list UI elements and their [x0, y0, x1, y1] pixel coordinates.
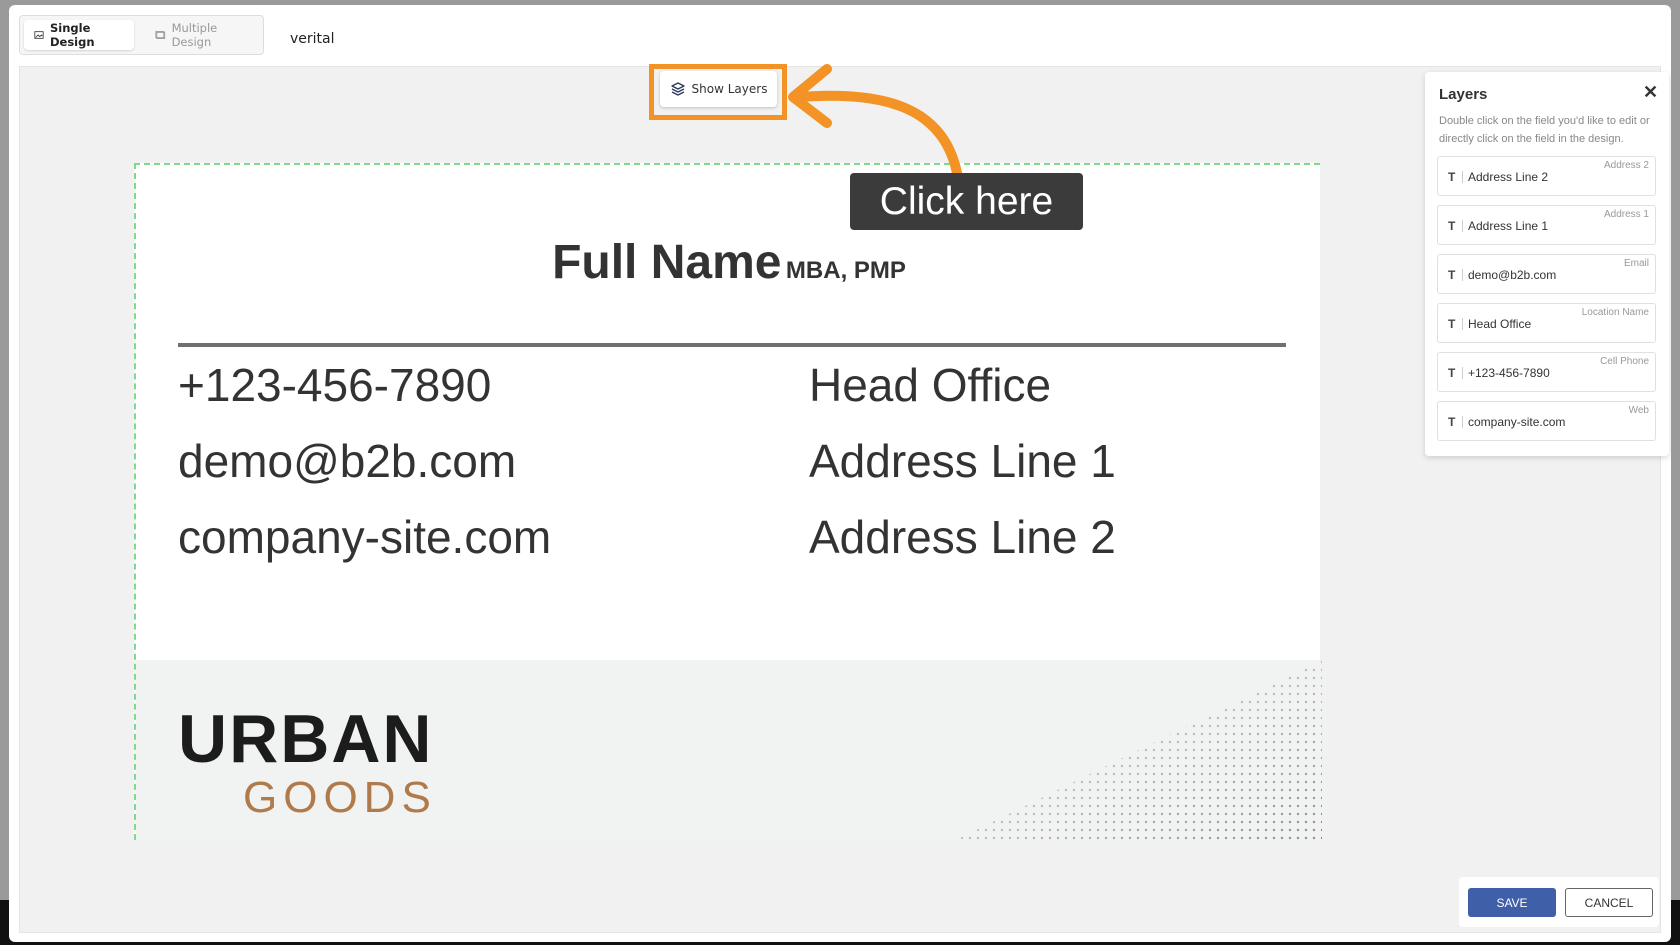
logo-wordmark-urban: URBAN [178, 701, 434, 777]
layer-separator [1462, 269, 1463, 281]
card-divider [178, 343, 1286, 347]
business-card[interactable]: Full Name MBA, PMP +123-456-7890 demo@b2… [134, 163, 1322, 842]
layer-separator [1462, 171, 1463, 183]
layer-value: company-site.com [1468, 415, 1566, 429]
layer-tag: Address 1 [1603, 209, 1649, 220]
layer-item-web[interactable]: T company-site.com Web [1437, 401, 1656, 441]
image-icon [34, 31, 44, 39]
layer-tag: Email [1623, 258, 1649, 269]
orange-arrow-icon [788, 64, 962, 178]
layer-separator [1462, 220, 1463, 232]
text-type-icon: T [1448, 366, 1456, 380]
location-text[interactable]: Head Office [809, 358, 1051, 412]
layer-value: demo@b2b.com [1468, 268, 1557, 282]
design-editor-modal: Single Design Multiple Design verital Fu… [9, 5, 1671, 942]
tab-single-label: Single Design [49, 21, 95, 49]
layer-tag: Location Name [1581, 307, 1649, 318]
layer-value: Address Line 1 [1468, 219, 1549, 233]
layer-item-location[interactable]: T Head Office Location Name [1437, 303, 1656, 343]
layer-separator [1462, 318, 1463, 330]
cancel-button[interactable]: CANCEL [1565, 888, 1653, 917]
credentials-text[interactable]: MBA, PMP [786, 257, 906, 284]
phone-text[interactable]: +123-456-7890 [178, 358, 491, 412]
layer-item-address1[interactable]: T Address Line 1 Address 1 [1437, 205, 1656, 245]
highlight-box [649, 64, 787, 120]
layers-help-text: Double click on the field you'd like to … [1439, 115, 1650, 145]
tab-single-design[interactable]: Single Design [24, 20, 134, 50]
save-button[interactable]: SAVE [1468, 888, 1556, 917]
website-text[interactable]: company-site.com [178, 510, 551, 564]
layer-item-cell-phone[interactable]: T +123-456-7890 Cell Phone [1437, 352, 1656, 392]
layers-title: Layers [1439, 86, 1488, 103]
images-icon [155, 31, 166, 39]
layer-value: +123-456-7890 [1468, 366, 1550, 380]
design-title: verital [290, 31, 335, 47]
tab-multiple-label: Multiple Design [171, 21, 218, 49]
layer-separator [1462, 367, 1463, 379]
email-text[interactable]: demo@b2b.com [178, 434, 516, 488]
halftone-dots-decoration [952, 660, 1322, 842]
layer-tag: Address 2 [1603, 160, 1649, 171]
close-icon[interactable]: ✕ [1643, 82, 1658, 103]
design-mode-tabs: Single Design Multiple Design [19, 15, 264, 55]
text-type-icon: T [1448, 317, 1456, 331]
layers-panel: Layers ✕ Double click on the field you'd… [1425, 72, 1669, 456]
full-name-text[interactable]: Full Name [552, 236, 781, 289]
layer-value: Address Line 2 [1468, 170, 1549, 184]
text-type-icon: T [1448, 170, 1456, 184]
text-type-icon: T [1448, 219, 1456, 233]
click-here-callout: Click here [850, 173, 1083, 230]
address1-text[interactable]: Address Line 1 [809, 434, 1116, 488]
layer-item-email[interactable]: T demo@b2b.com Email [1437, 254, 1656, 294]
text-type-icon: T [1448, 268, 1456, 282]
card-bottom-band: URBAN GOODS [136, 660, 1322, 842]
layer-tag: Web [1628, 405, 1649, 416]
full-name-line: Full Name MBA, PMP [136, 235, 1322, 290]
tab-multiple-design[interactable]: Multiple Design [145, 20, 260, 50]
layer-separator [1462, 416, 1463, 428]
layer-tag: Cell Phone [1600, 356, 1649, 367]
text-type-icon: T [1448, 415, 1456, 429]
layer-item-address2[interactable]: T Address Line 2 Address 2 [1437, 156, 1656, 196]
layer-value: Head Office [1468, 317, 1532, 331]
address2-text[interactable]: Address Line 2 [809, 510, 1116, 564]
logo-wordmark-goods: GOODS [243, 773, 437, 822]
